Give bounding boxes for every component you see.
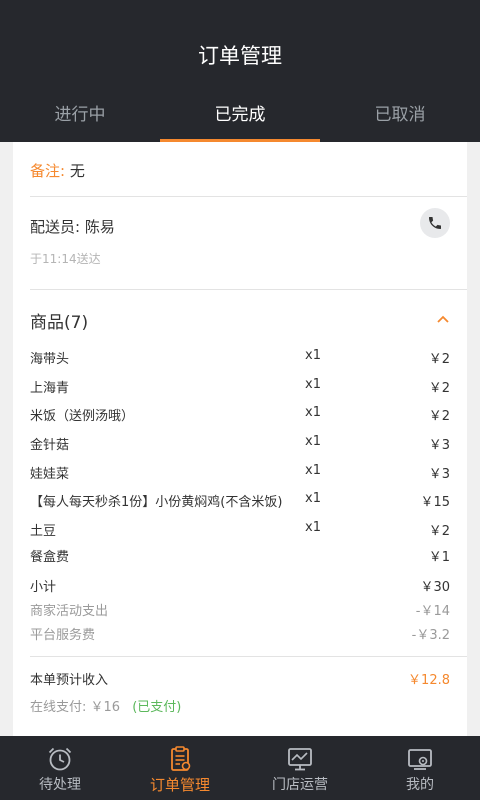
item-qty: x1	[305, 377, 321, 392]
item-name: 海带头	[30, 352, 70, 367]
item-price: ￥2	[428, 409, 450, 424]
item-price: ￥3	[428, 438, 450, 453]
list-item: 海带头 x1 ￥2	[30, 348, 450, 368]
chevron-up-icon[interactable]	[436, 312, 450, 326]
item-qty: x1	[305, 434, 321, 449]
list-item: 【每人每天秒杀1份】小份黄焖鸡(不含米饭) x1 ￥15	[30, 491, 450, 511]
tab-in-progress[interactable]: 进行中	[0, 90, 160, 142]
platform-fee-label: 平台服务费	[30, 628, 96, 643]
phone-icon	[429, 217, 441, 229]
merchant-expense-value: -￥14	[415, 604, 450, 619]
item-qty: x1	[305, 405, 321, 420]
platform-fee-value: -￥3.2	[411, 628, 450, 643]
payment-label: 在线支付: ￥16	[30, 700, 121, 715]
item-qty: x1	[305, 491, 321, 506]
item-qty: x1	[305, 463, 321, 478]
tabbar-item-pending[interactable]: 待处理	[0, 736, 120, 800]
monitor-chart-icon	[288, 748, 312, 771]
goods-section-title: 商品(7)	[30, 313, 89, 333]
divider	[30, 656, 467, 657]
tab-cancelled[interactable]: 已取消	[320, 90, 480, 142]
tabbar-label: 门店运营	[272, 777, 328, 793]
list-item: 土豆 x1 ￥2	[30, 520, 450, 540]
item-price: ￥2	[428, 524, 450, 539]
order-card: 备注: 无 配送员: 陈易 于11:14送达 商品(7) 海带头 x1 ￥2 上…	[13, 142, 467, 736]
divider	[30, 289, 467, 290]
tabbar-item-mine[interactable]: 我的	[360, 736, 480, 800]
income-value: ￥12.8	[408, 673, 450, 688]
divider	[30, 196, 467, 197]
app-header: 订单管理 进行中 已完成 已取消	[0, 0, 480, 142]
list-item: 娃娃菜 x1 ￥3	[30, 463, 450, 483]
clipboard-icon	[171, 746, 191, 771]
tabbar-item-store-ops[interactable]: 门店运营	[240, 736, 360, 800]
tabbar-label: 订单管理	[149, 776, 210, 794]
item-name: 上海青	[30, 381, 70, 396]
payment-status: (已支付)	[132, 700, 182, 715]
item-name: 【每人每天秒杀1份】小份黄焖鸡(不含米饭)	[30, 495, 283, 510]
order-status-tabs: 进行中 已完成 已取消	[0, 90, 480, 142]
alarm-clock-icon	[48, 747, 72, 771]
item-name: 米饭（送例汤哦）	[30, 409, 135, 424]
item-price: ￥15	[420, 495, 450, 510]
list-item: 金针菇 x1 ￥3	[30, 434, 450, 454]
tabbar-label: 我的	[406, 777, 434, 793]
box-fee-label: 餐盒费	[30, 550, 70, 565]
item-qty: x1	[305, 520, 321, 535]
merchant-expense-label: 商家活动支出	[30, 604, 109, 619]
item-price: ￥2	[428, 381, 450, 396]
income-label: 本单预计收入	[30, 673, 109, 688]
item-name: 金针菇	[30, 438, 70, 453]
order-detail-area[interactable]: 备注: 无 配送员: 陈易 于11:14送达 商品(7) 海带头 x1 ￥2 上…	[0, 142, 480, 736]
payment-info: 在线支付: ￥16 (已支付)	[30, 696, 181, 715]
subtotal-label: 小计	[30, 580, 57, 595]
item-qty: x1	[305, 348, 321, 363]
item-price: ￥3	[428, 467, 450, 482]
item-price: ￥2	[428, 352, 450, 367]
tabbar-label: 待处理	[39, 777, 81, 793]
gear-box-icon	[408, 749, 432, 770]
box-fee-value: ￥1	[428, 550, 450, 565]
list-item: 米饭（送例汤哦） x1 ￥2	[30, 405, 450, 425]
item-name: 娃娃菜	[30, 467, 70, 482]
box-fee-row: 餐盒费 ￥1	[30, 546, 450, 566]
remark: 备注: 无	[30, 160, 85, 181]
subtotal-value: ￥30	[420, 580, 450, 595]
tabbar-item-orders[interactable]: 订单管理	[120, 736, 240, 800]
item-name: 土豆	[30, 524, 57, 539]
call-courier-button[interactable]	[420, 208, 450, 238]
bottom-tab-bar: 待处理 订单管理 门店运营 我的	[0, 736, 480, 800]
remark-value: 无	[69, 162, 85, 180]
page-title: 订单管理	[198, 44, 282, 68]
remark-label: 备注:	[30, 162, 66, 180]
delivered-time: 于11:14送达	[30, 252, 101, 266]
tab-completed[interactable]: 已完成	[160, 90, 320, 142]
courier-name: 配送员: 陈易	[30, 218, 115, 236]
list-item: 上海青 x1 ￥2	[30, 377, 450, 397]
